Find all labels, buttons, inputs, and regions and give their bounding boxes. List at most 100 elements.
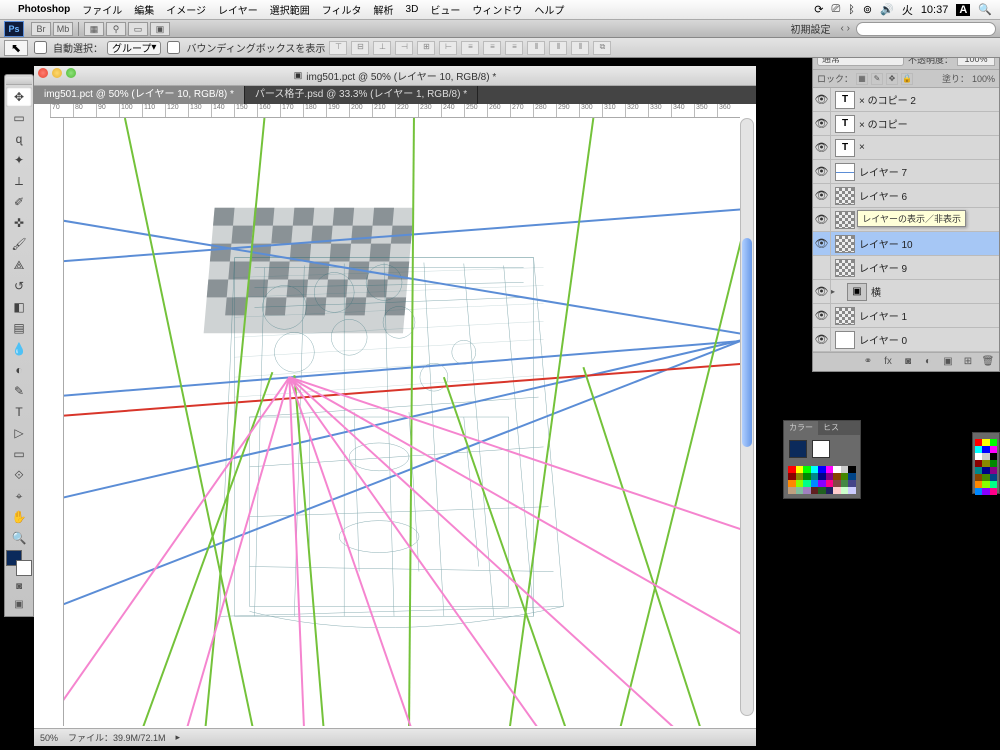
- wifi-icon[interactable]: ⊚: [863, 3, 872, 16]
- 3d-camera-tool-icon[interactable]: ⌖: [6, 486, 32, 506]
- swatch[interactable]: [975, 460, 982, 467]
- dropbox-icon[interactable]: ⎚: [831, 3, 840, 16]
- swatch[interactable]: [788, 466, 796, 473]
- layer-thumbnail[interactable]: [835, 259, 855, 277]
- brush-tool-icon[interactable]: 🖌: [6, 234, 32, 254]
- layer-row[interactable]: 👁 レイヤー 7: [813, 160, 999, 184]
- workspace-picker[interactable]: 初期設定: [787, 21, 835, 36]
- shape-tool-icon[interactable]: ▭: [6, 444, 32, 464]
- distribute-top-icon[interactable]: ≡: [461, 41, 479, 55]
- horizontal-ruler[interactable]: 7080901001101201301401501601701801902002…: [50, 104, 740, 118]
- lock-paint-icon[interactable]: ✎: [871, 73, 883, 85]
- bg-color-big[interactable]: [812, 440, 830, 458]
- layer-visibility-icon[interactable]: 👁: [813, 136, 831, 159]
- menu-image[interactable]: イメージ: [166, 2, 206, 17]
- swatch[interactable]: [788, 480, 796, 487]
- swatch[interactable]: [975, 467, 982, 474]
- layer-visibility-icon[interactable]: 👁: [813, 328, 831, 351]
- layer-visibility-icon[interactable]: 👁: [813, 304, 831, 327]
- distribute-right-icon[interactable]: ⦀: [571, 41, 589, 55]
- auto-align-icon[interactable]: ⧉: [593, 41, 611, 55]
- delete-layer-icon[interactable]: 🗑: [981, 356, 995, 368]
- swatch[interactable]: [818, 480, 826, 487]
- swatch[interactable]: [826, 473, 834, 480]
- new-group-icon[interactable]: ▣: [941, 356, 955, 368]
- swatch[interactable]: [990, 467, 997, 474]
- layer-name[interactable]: レイヤー 7: [859, 164, 999, 179]
- adjustment-layer-icon[interactable]: ◐: [921, 356, 935, 368]
- layer-row[interactable]: 👁 レイヤー 1: [813, 304, 999, 328]
- quickmask-icon[interactable]: ◙: [13, 578, 25, 596]
- swatch[interactable]: [848, 487, 856, 494]
- swatch[interactable]: [990, 460, 997, 467]
- menu-analysis[interactable]: 解析: [374, 2, 394, 17]
- swatch[interactable]: [975, 481, 982, 488]
- swatch[interactable]: [818, 487, 826, 494]
- layer-thumbnail[interactable]: [835, 331, 855, 349]
- layer-name[interactable]: レイヤー 0: [859, 332, 999, 347]
- lock-all-icon[interactable]: 🔒: [901, 73, 913, 85]
- layer-name[interactable]: レイヤー 1: [859, 308, 999, 323]
- link-layers-icon[interactable]: ⚭: [861, 356, 875, 368]
- swatch[interactable]: [796, 473, 804, 480]
- layer-visibility-icon[interactable]: 👁: [813, 160, 831, 183]
- distribute-bottom-icon[interactable]: ≡: [505, 41, 523, 55]
- swatch[interactable]: [982, 446, 989, 453]
- layer-thumbnail[interactable]: T: [835, 139, 855, 157]
- layer-thumbnail[interactable]: ▣: [847, 283, 867, 301]
- layer-name[interactable]: レイヤー 6: [859, 188, 999, 203]
- layer-row[interactable]: 👁レイヤー 6: [813, 184, 999, 208]
- align-hcenter-icon[interactable]: ⊞: [417, 41, 435, 55]
- swatch[interactable]: [841, 473, 849, 480]
- screen-mode-icon[interactable]: ▣: [150, 22, 170, 36]
- swatch[interactable]: [788, 487, 796, 494]
- layer-row[interactable]: 👁T× のコピー: [813, 112, 999, 136]
- zoom-level-icon[interactable]: ⚲: [106, 22, 126, 36]
- swatch[interactable]: [818, 473, 826, 480]
- view-extras-icon[interactable]: ▦: [84, 22, 104, 36]
- vertical-scrollbar[interactable]: [740, 118, 754, 716]
- auto-select-checkbox[interactable]: [34, 41, 47, 54]
- tool-preset-picker[interactable]: ⬉: [4, 40, 28, 56]
- file-size-readout[interactable]: ファイル：39.9M/72.1M: [68, 731, 166, 744]
- swatch[interactable]: [833, 487, 841, 494]
- status-menu-icon[interactable]: ▸: [176, 732, 181, 743]
- swatch[interactable]: [833, 473, 841, 480]
- swatch[interactable]: [826, 487, 834, 494]
- layer-name[interactable]: 横: [871, 284, 999, 299]
- swatch[interactable]: [982, 467, 989, 474]
- eyedropper-tool-icon[interactable]: ✐: [6, 192, 32, 212]
- align-top-icon[interactable]: ⊤: [329, 41, 347, 55]
- swatch[interactable]: [841, 480, 849, 487]
- move-tool-icon[interactable]: ✥: [6, 87, 32, 107]
- arrange-docs-icon[interactable]: ▭: [128, 22, 148, 36]
- layer-row[interactable]: 👁▸▣横: [813, 280, 999, 304]
- swatch[interactable]: [803, 487, 811, 494]
- crop-tool-icon[interactable]: ⟂: [6, 171, 32, 191]
- swatch[interactable]: [982, 453, 989, 460]
- background-swatch[interactable]: [16, 560, 32, 576]
- doc-tab-2[interactable]: パース格子.psd @ 33.3% (レイヤー 1, RGB/8) *: [245, 86, 478, 104]
- heal-tool-icon[interactable]: ✜: [6, 213, 32, 233]
- volume-icon[interactable]: 🔊: [880, 3, 894, 16]
- swatch[interactable]: [796, 487, 804, 494]
- lasso-tool-icon[interactable]: ɋ: [6, 129, 32, 149]
- swatch[interactable]: [811, 473, 819, 480]
- swatch[interactable]: [975, 488, 982, 495]
- layer-visibility-icon[interactable]: 👁: [813, 88, 831, 111]
- layer-thumbnail[interactable]: [835, 211, 855, 229]
- layer-row[interactable]: 👁T× のコピー 2: [813, 88, 999, 112]
- spotlight-icon[interactable]: 🔍: [978, 3, 992, 16]
- path-select-tool-icon[interactable]: ▷: [6, 423, 32, 443]
- layer-thumbnail[interactable]: [835, 307, 855, 325]
- layer-thumbnail[interactable]: [835, 163, 855, 181]
- layer-name[interactable]: レイヤー 10: [859, 236, 999, 251]
- swatch[interactable]: [811, 480, 819, 487]
- color-tab[interactable]: カラー: [784, 421, 818, 435]
- vertical-ruler[interactable]: [50, 118, 64, 726]
- swatch[interactable]: [796, 466, 804, 473]
- close-window-icon[interactable]: [38, 68, 48, 78]
- zoom-readout[interactable]: 50%: [40, 733, 58, 743]
- swatch[interactable]: [990, 488, 997, 495]
- swatch[interactable]: [982, 488, 989, 495]
